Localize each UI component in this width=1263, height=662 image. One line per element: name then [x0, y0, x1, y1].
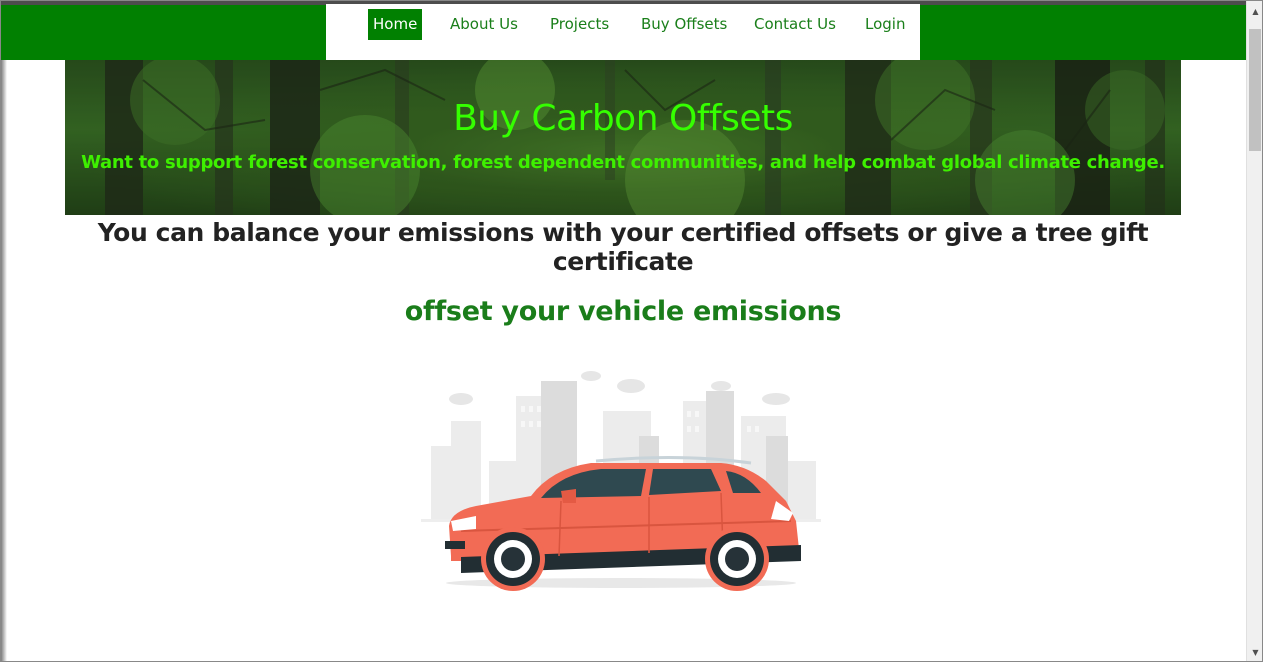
main-navigation: Home About Us Projects Buy Offsets Conta… — [326, 4, 920, 60]
browser-viewport: Home About Us Projects Buy Offsets Conta… — [0, 0, 1263, 662]
page-headline: You can balance your emissions with your… — [97, 218, 1149, 276]
scrollbar-thumb[interactable] — [1249, 29, 1261, 151]
scroll-down-arrow-icon[interactable]: ▼ — [1247, 644, 1262, 661]
nav-home[interactable]: Home — [368, 9, 423, 40]
car-city-illustration — [421, 361, 821, 596]
section-title: offset your vehicle emissions — [404, 296, 842, 327]
vertical-scrollbar[interactable]: ▲ ▼ — [1246, 1, 1262, 661]
scroll-up-arrow-icon[interactable]: ▲ — [1247, 3, 1262, 20]
nav-buy-offsets[interactable]: Buy Offsets — [641, 9, 727, 40]
hero-banner: Buy Carbon Offsets Want to support fores… — [65, 60, 1181, 215]
hero-title: Buy Carbon Offsets — [453, 98, 793, 139]
nav-contact-us[interactable]: Contact Us — [754, 9, 836, 40]
hero-subtitle: Want to support forest conservation, for… — [81, 152, 1165, 173]
nav-login[interactable]: Login — [865, 9, 905, 40]
page-left-edge-shadow — [1, 60, 7, 661]
nav-about-us[interactable]: About Us — [450, 9, 518, 40]
nav-projects[interactable]: Projects — [550, 9, 609, 40]
